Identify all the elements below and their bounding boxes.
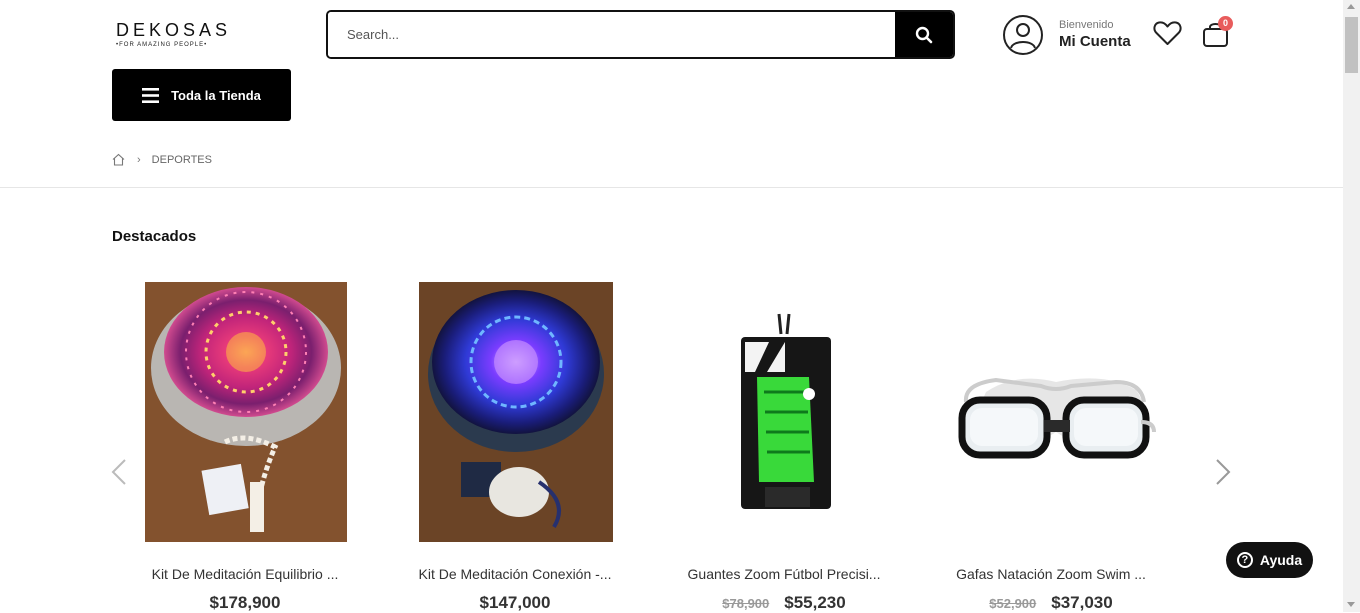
header-divider [0,187,1343,188]
product-old-price: $78,900 [722,596,770,611]
question-icon: ? [1236,552,1253,568]
help-label: Ayuda [1259,552,1303,568]
product-price: $37,030 [1051,593,1113,612]
search-icon [915,26,933,43]
product-name[interactable]: Kit De Meditación Conexión -... [390,566,640,582]
heart-icon [1153,21,1182,45]
breadcrumb-current[interactable]: DEPORTES [152,154,212,166]
carousel-next-button[interactable] [1215,458,1232,491]
product-name[interactable]: Guantes Zoom Fútbol Precisi... [659,566,909,582]
product-price: $147,000 [479,593,551,612]
chevron-right-icon [1216,459,1231,485]
user-icon [1003,15,1043,55]
menu-icon [142,87,160,103]
product-old-price: $52,900 [989,596,1037,611]
all-store-button[interactable]: Toda la Tienda [112,69,291,121]
product-prices: $178,900 [120,593,370,613]
carousel-prev-button[interactable] [110,458,127,491]
logo[interactable]: DEKOSAS •FOR AMAZING PEOPLE• [116,20,236,48]
cart-count-badge: 0 [1218,16,1233,31]
scrollbar[interactable] [1343,0,1360,612]
product-name[interactable]: Gafas Natación Zoom Swim ... [926,566,1176,582]
all-store-label: Toda la Tienda [171,87,261,103]
home-icon[interactable] [112,153,125,166]
chevron-right-icon: › [137,153,141,166]
product-image[interactable] [956,282,1156,542]
product-name[interactable]: Kit De Meditación Equilibrio ... [120,566,370,582]
product-prices: $52,900 $37,030 [926,593,1176,613]
search-input[interactable] [328,12,895,57]
product-prices: $147,000 [390,593,640,613]
help-button[interactable]: ? Ayuda [1226,542,1313,578]
product-image[interactable] [145,282,347,542]
product-image[interactable] [729,282,839,542]
search-bar [326,10,955,59]
cart-button[interactable]: 0 [1202,16,1233,53]
scroll-down-icon[interactable] [1347,602,1355,607]
logo-tagline: •FOR AMAZING PEOPLE• [116,42,208,48]
product-image[interactable] [419,282,613,542]
logo-text: DEKOSAS [116,20,232,40]
welcome-text: Bienvenido [1059,18,1114,31]
account-label: Mi Cuenta [1059,32,1131,50]
scroll-up-icon[interactable] [1347,4,1355,9]
product-prices: $78,900 $55,230 [659,593,909,613]
product-price: $55,230 [784,593,846,612]
product-price: $178,900 [209,593,281,612]
scrollbar-thumb[interactable] [1345,17,1358,73]
breadcrumb: › DEPORTES [112,153,212,166]
search-button[interactable] [895,12,953,57]
account-link[interactable]: Bienvenido Mi Cuenta [1002,14,1131,56]
wishlist-button[interactable] [1153,20,1182,51]
section-title: Destacados [112,228,197,245]
chevron-left-icon [111,459,126,485]
